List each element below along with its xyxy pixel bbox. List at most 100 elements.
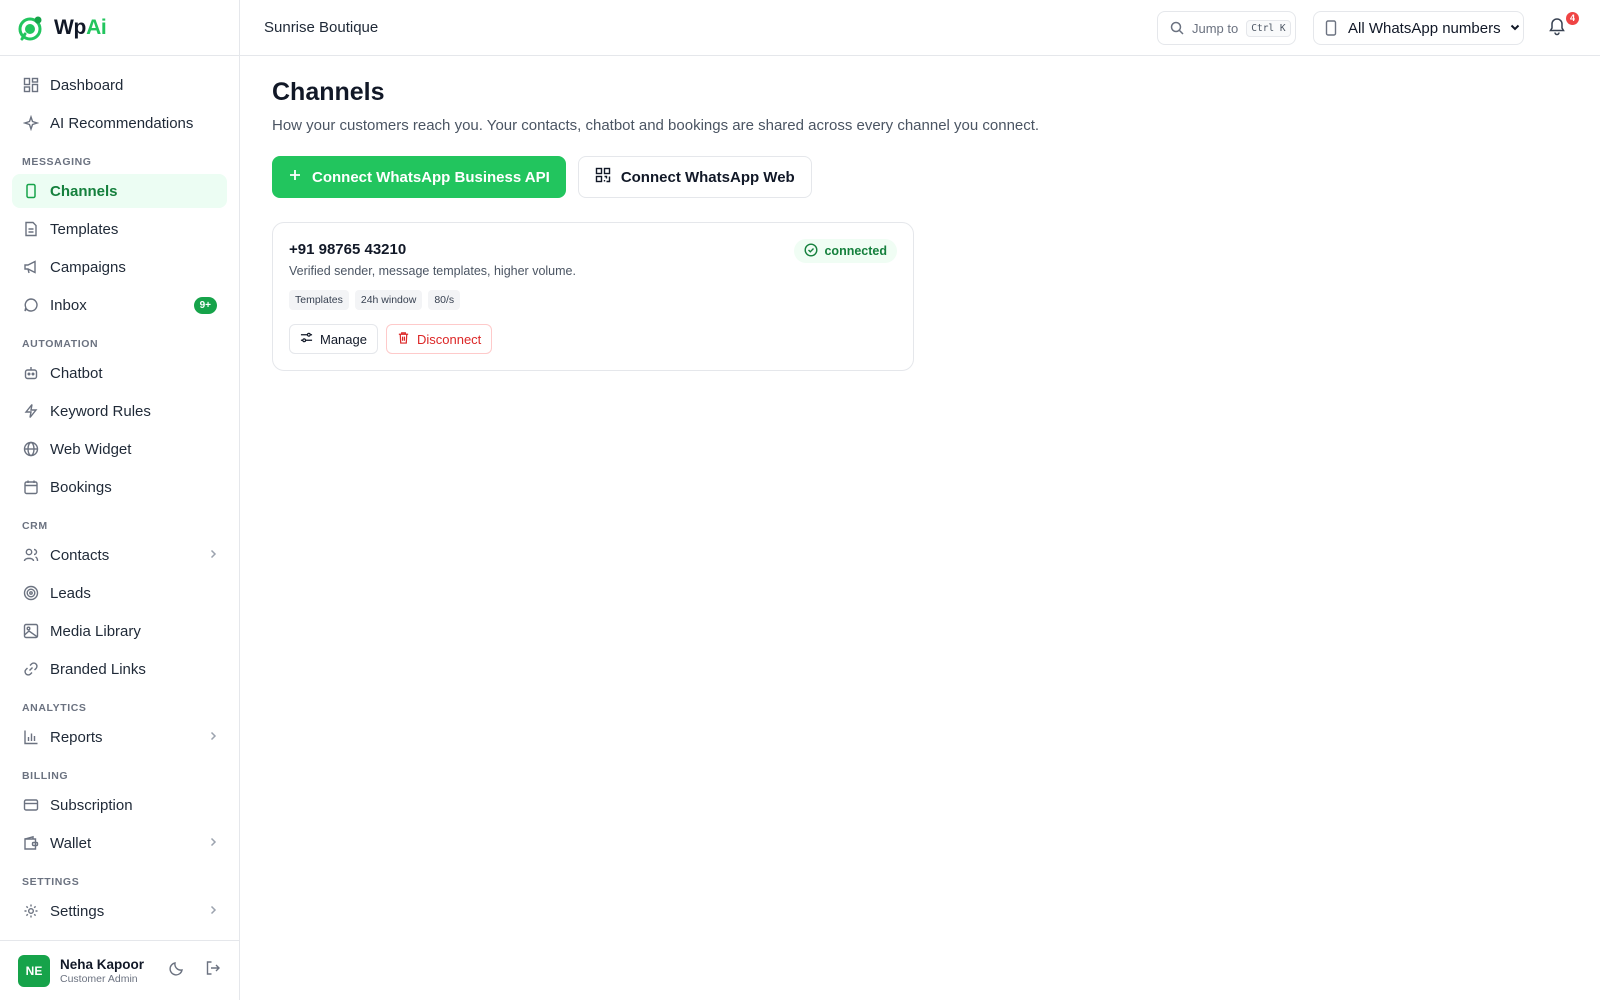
chevron-right-icon xyxy=(207,835,219,852)
phone-icon xyxy=(1324,20,1338,36)
credit-card-icon xyxy=(22,796,40,814)
jump-to-search[interactable]: Jump to Ctrl K xyxy=(1157,11,1296,45)
bar-chart-icon xyxy=(22,728,40,746)
users-icon xyxy=(22,546,40,564)
channel-description: Verified sender, message templates, high… xyxy=(289,264,576,278)
connect-business-api-button[interactable]: Connect WhatsApp Business API xyxy=(272,156,566,198)
sidebar-item-keyword-rules[interactable]: Keyword Rules xyxy=(12,394,227,428)
sidebar: WpAi Dashboard AI Recommendations MESSAG… xyxy=(0,0,240,1000)
sidebar-item-bookings[interactable]: Bookings xyxy=(12,470,227,504)
sidebar-item-label: Subscription xyxy=(50,796,133,814)
manage-label: Manage xyxy=(320,331,367,347)
logo[interactable]: WpAi xyxy=(0,0,239,56)
sidebar-item-wallet[interactable]: Wallet xyxy=(12,826,227,860)
link-icon xyxy=(22,660,40,678)
gear-icon xyxy=(22,902,40,920)
sidebar-item-label: Inbox xyxy=(50,296,87,314)
check-circle-icon xyxy=(804,242,818,260)
globe-icon xyxy=(22,440,40,458)
tag-24h-window: 24h window xyxy=(354,290,423,310)
wpai-logo-icon xyxy=(18,15,44,41)
sidebar-item-contacts[interactable]: Contacts xyxy=(12,538,227,572)
target-icon xyxy=(22,584,40,602)
chevron-right-icon xyxy=(207,729,219,746)
sidebar-item-web-widget[interactable]: Web Widget xyxy=(12,432,227,466)
keyboard-shortcut: Ctrl K xyxy=(1246,19,1291,37)
disconnect-button[interactable]: Disconnect xyxy=(385,324,493,354)
sidebar-item-inbox[interactable]: Inbox 9+ xyxy=(12,288,227,322)
sidebar-item-reports[interactable]: Reports xyxy=(12,720,227,754)
section-label-billing: BILLING xyxy=(22,770,69,782)
sidebar-item-subscription[interactable]: Subscription xyxy=(12,788,227,822)
qr-code-icon xyxy=(595,167,611,187)
channel-card: +91 98765 43210 Verified sender, message… xyxy=(272,222,914,371)
sidebar-item-channels[interactable]: Channels xyxy=(12,174,227,208)
chevron-down-icon xyxy=(1509,20,1521,37)
sidebar-nav: Dashboard AI Recommendations MESSAGING C… xyxy=(0,56,239,928)
sidebar-item-label: Templates xyxy=(50,220,119,238)
sidebar-item-ai-recommendations[interactable]: AI Recommendations xyxy=(12,106,227,140)
sidebar-item-branded-links[interactable]: Branded Links xyxy=(12,652,227,686)
connect-business-api-label: Connect WhatsApp Business API xyxy=(312,168,550,186)
bell-icon xyxy=(1547,18,1567,40)
sidebar-item-campaigns[interactable]: Campaigns xyxy=(12,250,227,284)
main-content: Channels How your customers reach you. Y… xyxy=(272,78,1572,371)
search-icon xyxy=(1170,21,1184,35)
chevron-right-icon xyxy=(207,903,219,920)
sidebar-item-settings[interactable]: Settings xyxy=(12,894,227,928)
status-label: connected xyxy=(824,244,887,258)
sparkles-icon xyxy=(22,114,40,132)
page-subtitle: How your customers reach you. Your conta… xyxy=(272,117,1040,134)
section-label-analytics: ANALYTICS xyxy=(22,702,87,714)
sidebar-item-media-library[interactable]: Media Library xyxy=(12,614,227,648)
trash-icon xyxy=(397,331,410,347)
sidebar-item-label: Channels xyxy=(50,182,118,200)
sidebar-item-templates[interactable]: Templates xyxy=(12,212,227,246)
plus-icon xyxy=(288,168,302,186)
sidebar-item-label: Keyword Rules xyxy=(50,402,151,420)
connect-whatsapp-web-button[interactable]: Connect WhatsApp Web xyxy=(577,156,812,198)
sidebar-item-leads[interactable]: Leads xyxy=(12,576,227,610)
dashboard-icon xyxy=(22,76,40,94)
connect-whatsapp-web-label: Connect WhatsApp Web xyxy=(620,168,795,186)
inbox-count-badge: 9+ xyxy=(193,296,217,314)
tag-rate-limit: 80/s xyxy=(428,290,461,310)
logout-icon[interactable] xyxy=(205,960,221,981)
sidebar-item-chatbot[interactable]: Chatbot xyxy=(12,356,227,390)
sidebar-item-label: Campaigns xyxy=(50,258,126,276)
sidebar-item-label: Branded Links xyxy=(50,660,146,678)
sidebar-item-label: Leads xyxy=(50,584,91,602)
jump-label: Jump to xyxy=(1192,20,1239,36)
topbar: Sunrise Boutique Jump to Ctrl K All What… xyxy=(240,0,1600,56)
moon-icon[interactable] xyxy=(169,960,185,981)
image-icon xyxy=(22,622,40,640)
sidebar-item-label: Wallet xyxy=(50,834,92,852)
chat-bubble-icon xyxy=(22,296,40,314)
avatar: NE xyxy=(18,954,50,987)
sidebar-item-label: Settings xyxy=(50,902,105,920)
number-select-value: All WhatsApp numbers xyxy=(1348,19,1501,37)
disconnect-label: Disconnect xyxy=(416,331,482,347)
tag-templates: Templates xyxy=(289,290,349,310)
sidebar-item-label: Reports xyxy=(50,728,103,746)
user-actions xyxy=(169,960,221,981)
whatsapp-number-select[interactable]: All WhatsApp numbers xyxy=(1313,11,1524,45)
lightning-icon xyxy=(22,402,40,420)
notifications-button[interactable]: 4 xyxy=(1547,12,1579,40)
document-icon xyxy=(22,220,40,238)
channel-tags: Templates 24h window 80/s xyxy=(289,290,897,310)
sidebar-item-label: Dashboard xyxy=(50,76,124,94)
section-label-settings: SETTINGS xyxy=(22,876,80,888)
calendar-icon xyxy=(22,478,40,496)
user-role: Customer Admin xyxy=(60,972,138,985)
manage-button[interactable]: Manage xyxy=(289,324,378,354)
brand-name: WpAi xyxy=(54,15,107,39)
notification-count-badge: 4 xyxy=(1565,12,1579,25)
user-profile[interactable]: NE Neha Kapoor Customer Admin xyxy=(0,940,239,1000)
section-label-automation: AUTOMATION xyxy=(22,338,99,350)
sidebar-item-dashboard[interactable]: Dashboard xyxy=(12,68,227,102)
sliders-icon xyxy=(300,331,313,347)
sidebar-item-label: Web Widget xyxy=(50,440,132,458)
page-title: Channels xyxy=(272,78,385,106)
section-label-messaging: MESSAGING xyxy=(22,156,92,168)
